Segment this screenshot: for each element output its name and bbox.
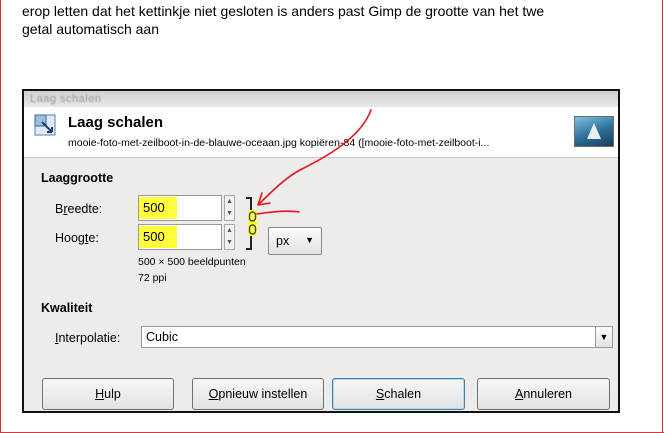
chevron-down-icon[interactable]: ▼ <box>595 327 612 347</box>
dialog-subtitle: mooie-foto-met-zeilboot-in-de-blauwe-oce… <box>68 137 490 149</box>
width-label: Breedte: <box>55 202 103 216</box>
dialog-title: Laag schalen <box>68 114 164 131</box>
reset-button[interactable]: Opnieuw instellen <box>192 378 324 410</box>
height-label: Hoogte: <box>55 231 99 245</box>
pixel-dimensions: 500 × 500 beeldpunten <box>138 256 246 268</box>
interpolation-value: Cubic <box>146 330 178 344</box>
quality-heading: Kwaliteit <box>41 301 93 315</box>
intro-line-1: erop letten dat het kettinkje niet geslo… <box>22 3 545 19</box>
cancel-button[interactable]: Annuleren <box>477 378 610 410</box>
unit-dropdown[interactable]: px ▼ <box>268 227 322 255</box>
resolution: 72 ppi <box>138 272 167 284</box>
width-spinner[interactable]: ▲ ▼ <box>224 195 235 221</box>
chain-link-icon[interactable] <box>248 210 257 236</box>
dialog-titlebar: Laag schalen <box>24 91 618 107</box>
dialog-window-title: Laag schalen <box>30 93 102 105</box>
height-spinner[interactable]: ▲ ▼ <box>224 224 235 250</box>
layer-size-heading: Laaggrootte <box>41 171 114 185</box>
height-input[interactable]: 500 <box>138 224 222 250</box>
interpolation-select[interactable]: Cubic ▼ <box>141 326 613 348</box>
intro-paragraph: erop letten dat het kettinkje niet geslo… <box>22 2 662 38</box>
height-value: 500 <box>143 229 165 244</box>
unit-value: px <box>276 234 290 248</box>
intro-line-2: getal automatisch aan <box>22 21 159 37</box>
scale-button[interactable]: Schalen <box>332 378 465 410</box>
page-left-border <box>0 0 1 433</box>
chevron-down-icon: ▼ <box>305 235 314 245</box>
scale-layer-icon <box>34 114 56 136</box>
scale-layer-dialog: Laag schalen Laag schalen mooie-foto-met… <box>22 89 620 413</box>
dialog-header: Laag schalen mooie-foto-met-zeilboot-in-… <box>24 107 618 158</box>
width-input[interactable]: 500 <box>138 195 222 221</box>
page-right-border <box>662 0 663 433</box>
help-button[interactable]: Hulp <box>42 378 174 410</box>
interpolation-label: Interpolatie: <box>55 331 121 345</box>
layer-thumbnail <box>574 116 614 147</box>
width-value: 500 <box>143 200 165 215</box>
